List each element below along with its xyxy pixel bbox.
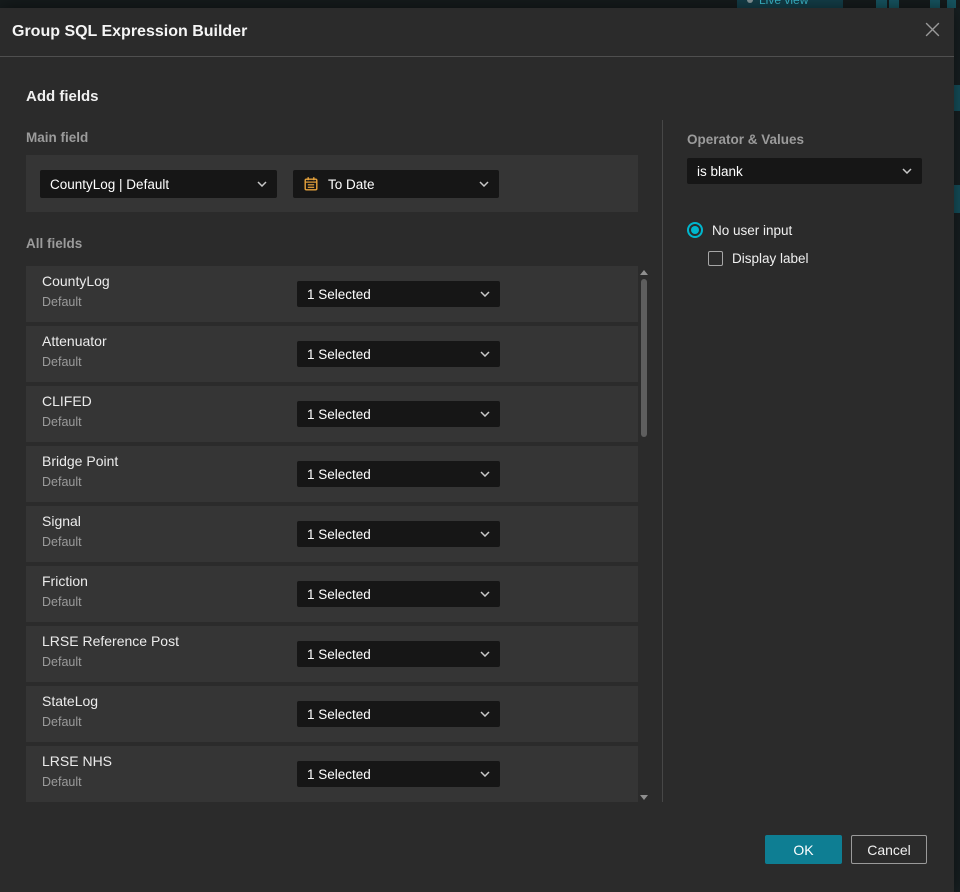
field-sublabel: Default: [42, 715, 82, 729]
close-button[interactable]: [920, 17, 944, 41]
background-toolbar-fragment: [876, 0, 887, 8]
add-fields-heading: Add fields: [26, 88, 99, 105]
field-sublabel: Default: [42, 535, 82, 549]
chevron-down-icon: [257, 181, 267, 187]
field-selection-select[interactable]: 1 Selected: [297, 341, 500, 367]
field-sublabel: Default: [42, 475, 82, 489]
group-sql-expression-builder-dialog: Group SQL Expression Builder Add fields …: [0, 8, 954, 892]
cancel-button[interactable]: Cancel: [851, 835, 927, 864]
chevron-down-icon: [480, 711, 490, 717]
field-row: CLIFED Default 1 Selected: [26, 386, 638, 442]
live-status-dot-icon: [747, 0, 753, 3]
chevron-down-icon: [480, 591, 490, 597]
display-label-label: Display label: [732, 251, 809, 266]
no-user-input-label: No user input: [712, 222, 793, 238]
background-app-top-strip: Live view: [0, 0, 960, 8]
background-toolbar-fragment: [947, 0, 956, 8]
chevron-down-icon: [480, 471, 490, 477]
field-selection-select[interactable]: 1 Selected: [297, 581, 500, 607]
field-selection-value: 1 Selected: [307, 466, 371, 482]
field-row: LRSE Reference Post Default 1 Selected: [26, 626, 638, 682]
calendar-icon: [304, 177, 318, 191]
field-selection-select[interactable]: 1 Selected: [297, 761, 500, 787]
field-sublabel: Default: [42, 655, 82, 669]
radio-selected-icon: [687, 222, 703, 238]
field-selection-value: 1 Selected: [307, 766, 371, 782]
scrollbar-thumb[interactable]: [641, 279, 647, 437]
background-toolbar-fragment: [930, 0, 940, 8]
operator-select[interactable]: is blank: [687, 158, 922, 184]
field-sublabel: Default: [42, 415, 82, 429]
all-fields-label: All fields: [26, 236, 83, 251]
scroll-down-arrow-icon[interactable]: [640, 795, 648, 800]
background-panel-fragment: [954, 185, 960, 213]
chevron-down-icon: [480, 651, 490, 657]
chevron-down-icon: [480, 771, 490, 777]
field-selection-value: 1 Selected: [307, 586, 371, 602]
close-icon: [925, 22, 939, 36]
main-field-select[interactable]: CountyLog | Default: [40, 170, 277, 198]
ok-button[interactable]: OK: [765, 835, 842, 864]
chevron-down-icon: [480, 531, 490, 537]
field-name: Attenuator: [42, 333, 107, 349]
field-selection-select[interactable]: 1 Selected: [297, 521, 500, 547]
main-field-type-select[interactable]: To Date: [293, 170, 499, 198]
field-selection-value: 1 Selected: [307, 286, 371, 302]
main-field-select-value: CountyLog | Default: [50, 176, 170, 192]
field-selection-value: 1 Selected: [307, 706, 371, 722]
field-name: StateLog: [42, 693, 99, 709]
operator-select-value: is blank: [697, 163, 743, 179]
chevron-down-icon: [480, 351, 490, 357]
background-panel-fragment: [954, 85, 960, 111]
live-view-label: Live view: [759, 0, 809, 7]
field-selection-select[interactable]: 1 Selected: [297, 641, 500, 667]
main-field-label: Main field: [26, 130, 89, 145]
field-name: LRSE Reference Post: [42, 633, 179, 649]
scroll-up-arrow-icon[interactable]: [640, 270, 648, 275]
field-selection-select[interactable]: 1 Selected: [297, 701, 500, 727]
field-sublabel: Default: [42, 775, 82, 789]
main-field-panel: CountyLog | Default To Date: [26, 155, 638, 212]
field-sublabel: Default: [42, 595, 82, 609]
field-row: Signal Default 1 Selected: [26, 506, 638, 562]
field-selection-select[interactable]: 1 Selected: [297, 461, 500, 487]
main-field-type-value: To Date: [328, 176, 375, 192]
field-sublabel: Default: [42, 355, 82, 369]
field-row: CountyLog Default 1 Selected: [26, 266, 638, 322]
field-sublabel: Default: [42, 295, 82, 309]
field-selection-value: 1 Selected: [307, 646, 371, 662]
field-selection-value: 1 Selected: [307, 406, 371, 422]
background-app-right-strip: [954, 8, 960, 892]
chevron-down-icon: [480, 291, 490, 297]
operator-values-label: Operator & Values: [687, 132, 805, 147]
field-row: Friction Default 1 Selected: [26, 566, 638, 622]
field-selection-value: 1 Selected: [307, 526, 371, 542]
field-row: Attenuator Default 1 Selected: [26, 326, 638, 382]
field-selection-select[interactable]: 1 Selected: [297, 281, 500, 307]
field-row: LRSE NHS Default 1 Selected: [26, 746, 638, 802]
chevron-down-icon: [479, 181, 489, 187]
field-name: LRSE NHS: [42, 753, 113, 769]
chevron-down-icon: [480, 411, 490, 417]
display-label-checkbox[interactable]: Display label: [708, 251, 809, 266]
no-user-input-radio[interactable]: No user input: [687, 222, 792, 238]
checkbox-unchecked-icon: [708, 251, 723, 266]
field-name: CountyLog: [42, 273, 110, 289]
field-row: StateLog Default 1 Selected: [26, 686, 638, 742]
chevron-down-icon: [902, 168, 912, 174]
field-row: Bridge Point Default 1 Selected: [26, 446, 638, 502]
field-name: Signal: [42, 513, 81, 529]
field-selection-value: 1 Selected: [307, 346, 371, 362]
field-name: Friction: [42, 573, 88, 589]
dialog-title: Group SQL Expression Builder: [12, 23, 248, 40]
field-name: CLIFED: [42, 393, 92, 409]
field-name: Bridge Point: [42, 453, 119, 469]
live-view-button[interactable]: Live view: [737, 0, 843, 8]
dialog-header: Group SQL Expression Builder: [0, 8, 954, 57]
panel-divider: [662, 120, 663, 802]
background-toolbar-fragment: [889, 0, 899, 8]
field-selection-select[interactable]: 1 Selected: [297, 401, 500, 427]
list-scrollbar[interactable]: [639, 266, 649, 802]
